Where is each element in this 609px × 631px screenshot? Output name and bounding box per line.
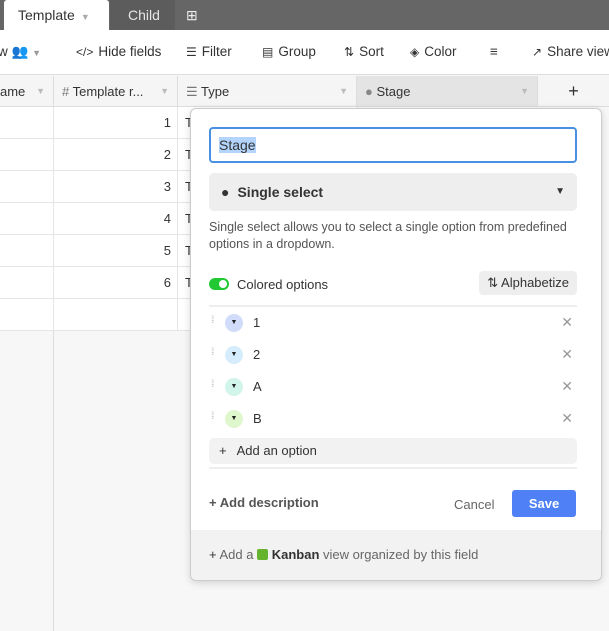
option-item: ⁞⁞ ▼ 1 ✕ [209, 307, 577, 339]
name-cell[interactable] [0, 171, 54, 203]
sort-icon: ⇅ [344, 45, 355, 59]
column-header-type[interactable]: ☰ Type ▼ [178, 76, 357, 107]
template-number-cell[interactable]: 6 [54, 267, 178, 299]
share-view-button[interactable]: ↗ Share view [532, 44, 609, 59]
number-icon: # [62, 84, 73, 99]
chevron-down-icon: ▼ [339, 86, 348, 96]
filter-icon: ☰ [186, 45, 197, 59]
close-icon[interactable]: ✕ [561, 410, 573, 427]
filter-button[interactable]: ☰ Filter [186, 44, 232, 59]
drag-handle-icon[interactable]: ⁞⁞ [211, 315, 214, 326]
option-color-picker[interactable]: ▼ [225, 378, 243, 396]
cancel-button[interactable]: Cancel [454, 497, 494, 512]
save-button[interactable]: Save [512, 490, 576, 517]
group-icon: ▤ [262, 45, 274, 59]
divider [209, 467, 577, 469]
chevron-down-icon: ▼ [160, 86, 169, 96]
chevron-down-icon: ▼ [555, 186, 565, 197]
single-select-icon: ● [365, 84, 377, 99]
single-select-icon: ● [221, 184, 230, 200]
plus-icon: + [209, 495, 220, 510]
hide-fields-button[interactable]: </> Hide fields [76, 44, 161, 59]
sort-button[interactable]: ⇅ Sort [344, 44, 384, 59]
column-header-stage[interactable]: ● Stage ▼ [357, 76, 538, 107]
colored-options-toggle[interactable] [209, 278, 229, 290]
add-field-button[interactable]: + [538, 76, 609, 107]
template-number-cell[interactable]: 4 [54, 203, 178, 235]
field-type-select[interactable]: ● Single select ▼ [209, 173, 577, 211]
plus-icon: + [209, 547, 220, 562]
name-cell[interactable] [0, 235, 54, 267]
group-button[interactable]: ▤ Group [262, 44, 316, 59]
close-icon[interactable]: ✕ [561, 314, 573, 331]
option-item: ⁞⁞ ▼ 2 ✕ [209, 339, 577, 371]
sort-icon: ⇅ [487, 275, 502, 290]
option-label[interactable]: 2 [253, 347, 260, 362]
name-cell[interactable] [0, 139, 54, 171]
field-config-popup: Stage ● Single select ▼ Single select allo… [190, 108, 602, 581]
close-icon[interactable]: ✕ [561, 346, 573, 363]
option-color-picker[interactable]: ▼ [225, 314, 243, 332]
kanban-icon [257, 549, 269, 560]
name-cell[interactable] [0, 267, 54, 299]
plus-square-icon[interactable]: ⊞ [186, 0, 198, 30]
add-row[interactable] [0, 299, 54, 331]
add-option-button[interactable]: + Add an option [209, 438, 577, 464]
option-label[interactable]: B [253, 411, 262, 426]
color-button[interactable]: ◈ Color [410, 44, 457, 59]
column-divider [53, 331, 54, 631]
add-description-button[interactable]: + Add description [209, 495, 319, 510]
alphabetize-button[interactable]: ⇅ Alphabetize [479, 271, 577, 295]
add-kanban-view-link[interactable]: + Add a Kanban view organized by this fi… [191, 530, 601, 580]
table-tabs: Template ▼ Child ⊞ [0, 0, 609, 30]
plus-icon: + [219, 443, 227, 458]
option-color-picker[interactable]: ▼ [225, 410, 243, 428]
tab-template[interactable]: Template ▼ [4, 0, 109, 30]
users-icon: 👥 [11, 44, 29, 59]
close-icon[interactable]: ✕ [561, 378, 573, 395]
chevron-down-icon: ▼ [32, 48, 42, 58]
template-number-cell[interactable]: 5 [54, 235, 178, 267]
template-number-cell[interactable]: 2 [54, 139, 178, 171]
name-cell[interactable] [0, 107, 54, 139]
option-color-picker[interactable]: ▼ [225, 346, 243, 364]
eye-slash-icon: </> [76, 45, 94, 59]
view-toolbar: w 👥 ▼ </> Hide fields ☰ Filter ▤ Group ⇅ Sor… [0, 30, 609, 75]
colored-options-label: Colored options [237, 277, 329, 292]
template-number-cell[interactable]: 3 [54, 171, 178, 203]
chevron-down-icon[interactable]: ▼ [81, 12, 90, 22]
option-item: ⁞⁞ ▼ B ✕ [209, 403, 577, 435]
drag-handle-icon[interactable]: ⁞⁞ [211, 379, 214, 390]
template-number-cell[interactable]: 1 [54, 107, 178, 139]
view-switcher[interactable]: w 👥 ▼ [0, 44, 41, 60]
paint-bucket-icon: ◈ [410, 45, 420, 59]
add-row[interactable] [54, 299, 178, 331]
option-item: ⁞⁞ ▼ A ✕ [209, 371, 577, 403]
row-height-icon[interactable]: ≡ [490, 44, 498, 59]
field-type-description: Single select allows you to select a sin… [209, 220, 567, 251]
field-name-input[interactable]: Stage [209, 127, 577, 163]
chevron-down-icon: ▼ [520, 86, 529, 96]
column-header-template-number[interactable]: # Template r... ▼ [54, 76, 178, 107]
column-header-name[interactable]: ame ▼ [0, 76, 54, 107]
name-cell[interactable] [0, 203, 54, 235]
chevron-down-icon: ▼ [36, 86, 45, 96]
share-icon: ↗ [532, 45, 543, 59]
drag-handle-icon[interactable]: ⁞⁞ [211, 411, 214, 422]
option-label[interactable]: 1 [253, 315, 260, 330]
tab-child[interactable]: Child [110, 0, 175, 30]
long-text-icon: ☰ [186, 84, 202, 99]
option-label[interactable]: A [253, 379, 262, 394]
drag-handle-icon[interactable]: ⁞⁞ [211, 347, 214, 358]
